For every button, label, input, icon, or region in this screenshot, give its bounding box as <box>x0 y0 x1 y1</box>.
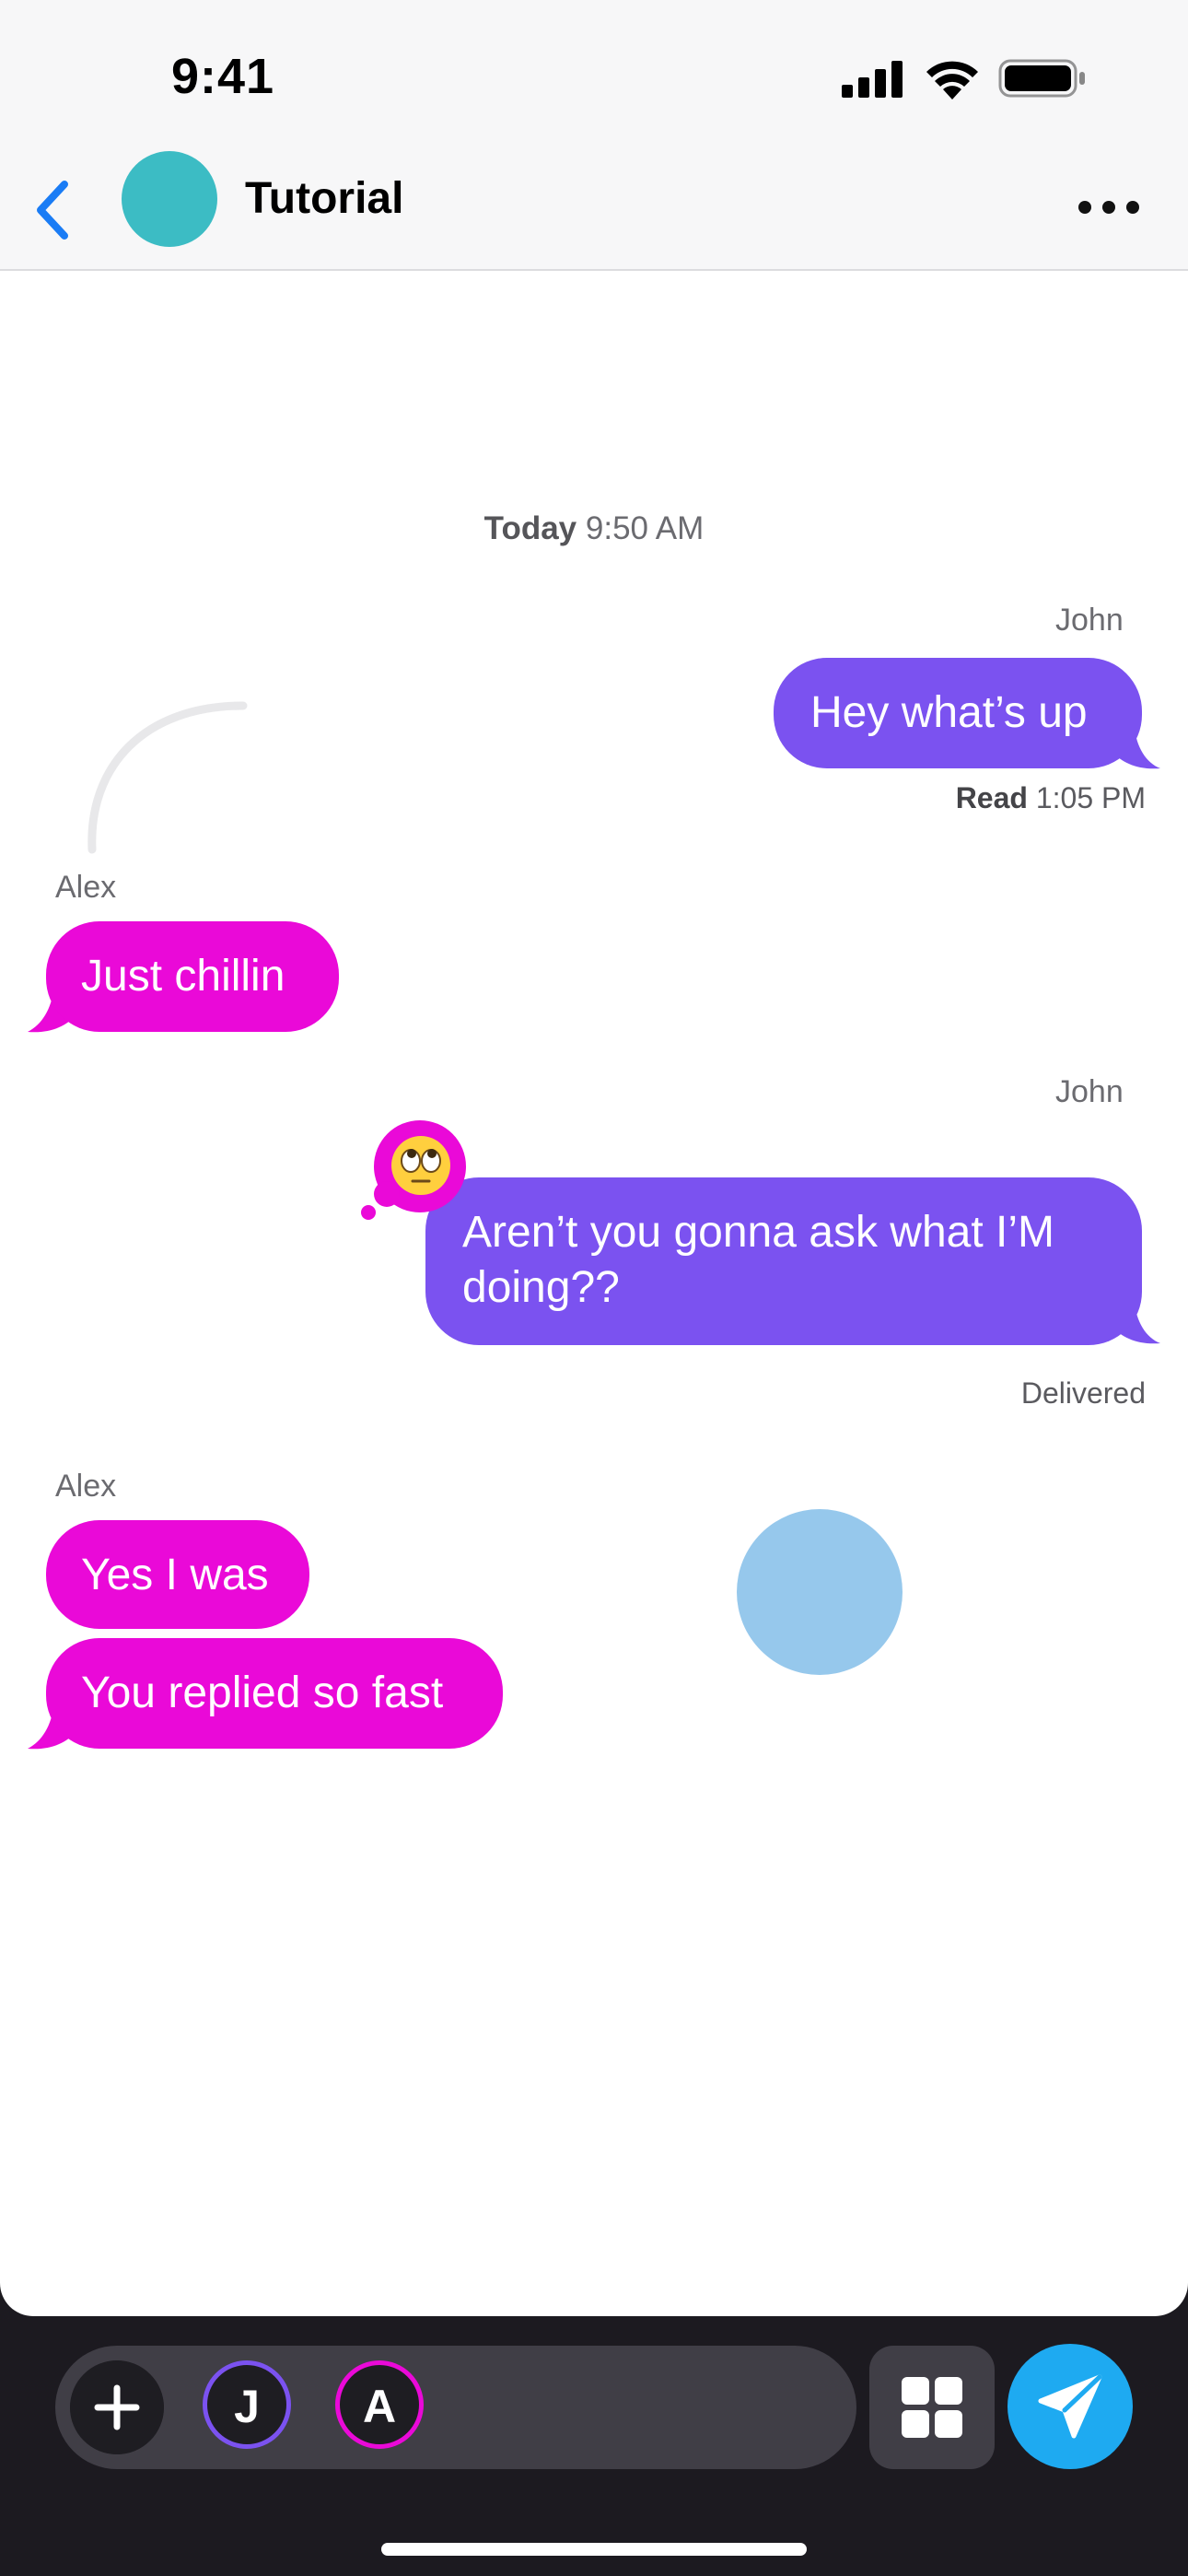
message-bubble[interactable]: Yes I was <box>46 1520 309 1629</box>
wifi-icon <box>926 61 978 100</box>
navigation-header: 9:41 Tutorial <box>0 0 1188 271</box>
message-bubble[interactable]: Hey what’s up <box>774 658 1142 768</box>
message-bubble[interactable]: You replied so fast <box>46 1638 503 1749</box>
touch-indicator <box>737 1509 903 1675</box>
participant-j-button[interactable]: J <box>203 2360 291 2449</box>
participant-a-button[interactable]: A <box>335 2360 424 2449</box>
home-indicator <box>381 2543 807 2556</box>
chat-avatar[interactable] <box>122 151 217 247</box>
receipt-time: 1:05 PM <box>1035 781 1146 814</box>
message-text: You replied so fast <box>81 1669 444 1717</box>
add-attachment-button[interactable] <box>70 2360 164 2454</box>
receipt-status: Read <box>955 781 1028 814</box>
send-button[interactable] <box>1007 2344 1133 2469</box>
message-text: Aren’t you gonna ask what I’M doing?? <box>462 1208 1055 1312</box>
delivery-receipt: Delivered <box>737 1376 1146 1411</box>
apps-grid-button[interactable] <box>869 2346 995 2469</box>
reaction-bubble-dot <box>361 1205 376 1220</box>
sender-label: John <box>1055 603 1124 638</box>
sender-label: Alex <box>55 870 117 905</box>
message-bubble[interactable]: Just chillin <box>46 921 339 1032</box>
message-bubble[interactable]: Aren’t you gonna ask what I’M doing?? <box>425 1177 1142 1345</box>
chat-area: 9:41 Tutorial Today 9:50 AM John Hey wha… <box>0 0 1188 2316</box>
scroll-arc-indicator <box>87 701 248 854</box>
conversation-timestamp: Today 9:50 AM <box>0 510 1188 547</box>
paper-plane-icon <box>1038 2374 1102 2439</box>
timestamp-day: Today <box>483 510 577 546</box>
sender-label: John <box>1055 1074 1124 1109</box>
grid-icon <box>902 2377 962 2438</box>
composer-field[interactable] <box>55 2346 856 2469</box>
more-options-icon[interactable] <box>1074 184 1144 230</box>
message-text: Just chillin <box>81 952 285 1001</box>
message-text: Hey what’s up <box>810 688 1088 737</box>
message-text: Yes I was <box>81 1551 269 1599</box>
sender-label: Alex <box>55 1469 117 1504</box>
back-chevron-icon[interactable] <box>28 173 79 247</box>
receipt-status: Delivered <box>1020 1376 1146 1410</box>
screen: 9:41 Tutorial Today 9:50 AM John Hey wha… <box>0 0 1188 2576</box>
rolling-eyes-emoji-icon <box>391 1136 450 1195</box>
timestamp-time: 9:50 AM <box>585 510 705 546</box>
read-receipt: Read 1:05 PM <box>737 781 1146 815</box>
chat-title[interactable]: Tutorial <box>245 173 403 224</box>
status-time: 9:41 <box>171 49 275 104</box>
cellular-signal-icon <box>842 61 903 98</box>
battery-icon <box>998 59 1085 98</box>
